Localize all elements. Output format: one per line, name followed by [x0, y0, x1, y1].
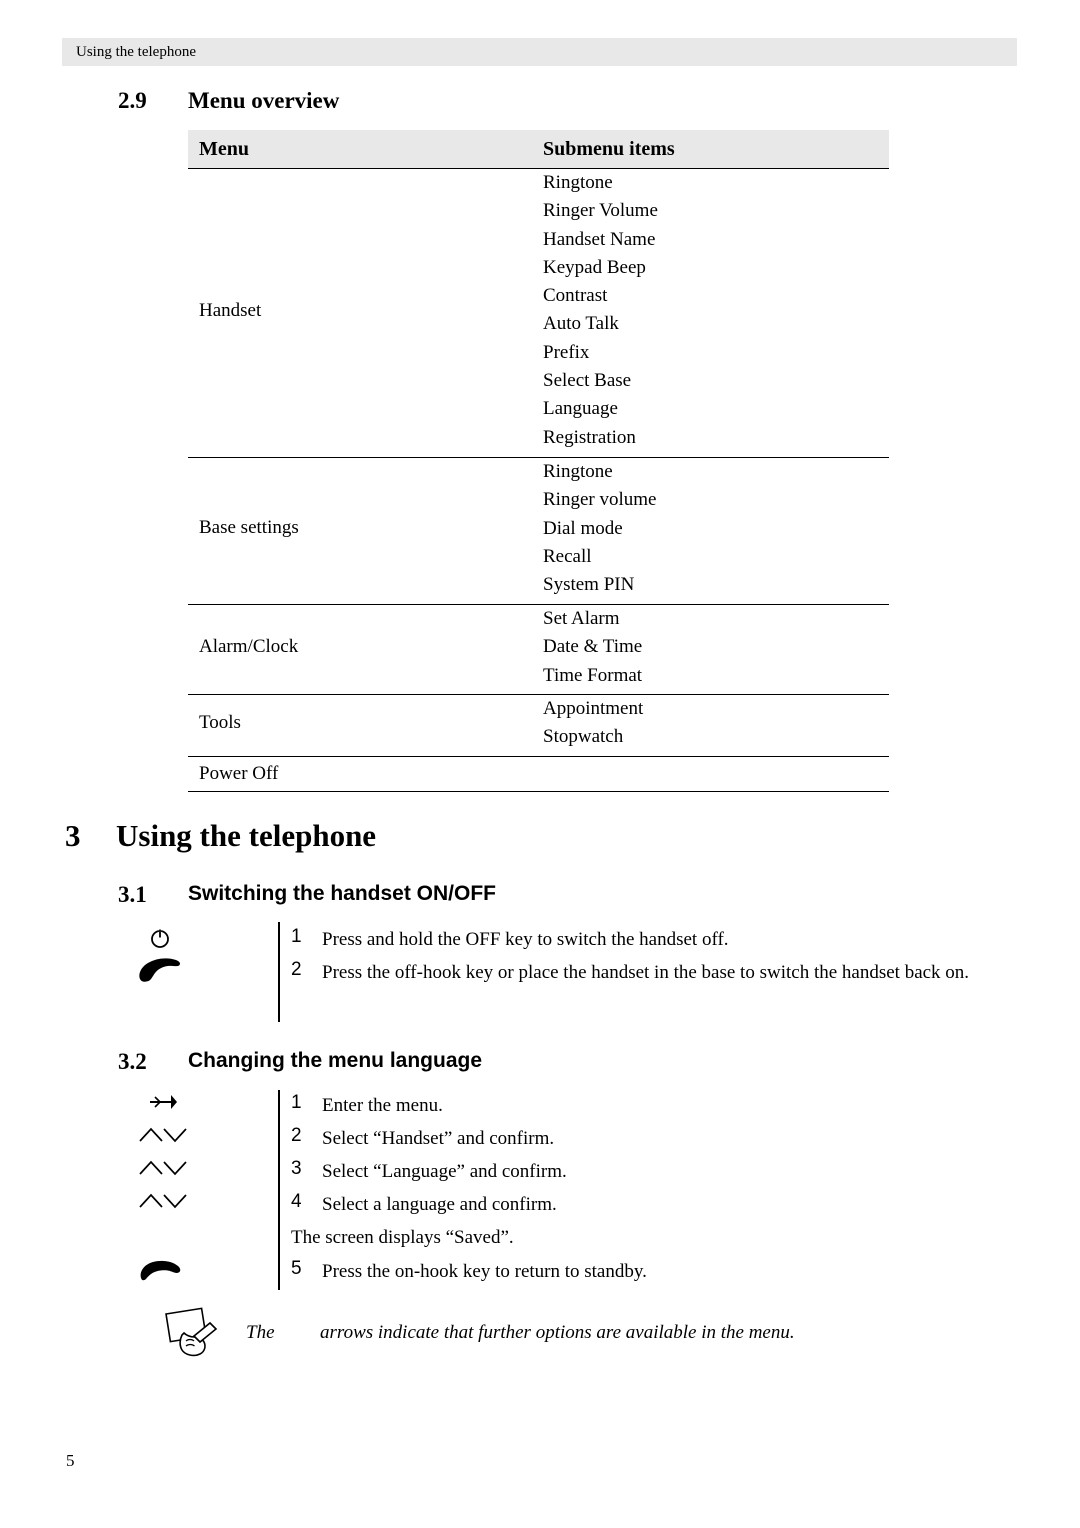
list-item: Registration — [543, 426, 636, 448]
table-row: Power Off — [188, 756, 889, 792]
section-31-title: Switching the handset ON/OFF — [188, 882, 497, 905]
section-31-number: 3.1 — [118, 882, 147, 907]
list-item: Ringtone — [543, 172, 613, 193]
step-number: 1 — [291, 1092, 302, 1113]
submenu-list: Ringtone Ringer Volume Handset Name Keyp… — [543, 169, 889, 452]
submenu-list: Appointment Stopwatch — [543, 695, 889, 752]
section-32-number: 3.2 — [118, 1049, 147, 1074]
step-number: 3 — [291, 1158, 302, 1179]
step-number: 5 — [291, 1258, 302, 1279]
table-header-row: Menu Submenu items — [188, 130, 889, 168]
step-text: Press and hold the OFF key to switch the… — [322, 929, 729, 950]
divider — [278, 922, 280, 1022]
page-number: 5 — [66, 1451, 75, 1470]
off-hook-handset-icon — [133, 955, 187, 983]
table-cell-menu: Power Off — [199, 763, 279, 784]
column-header-menu: Menu — [199, 138, 249, 160]
document-page: Using the telephone 2.9 Menu overview Me… — [0, 0, 1080, 1528]
table-row: Alarm/Clock Set Alarm Date & Time Time F… — [188, 604, 889, 694]
list-item: Time Format — [543, 664, 643, 686]
list-item: Auto Talk — [543, 313, 619, 335]
table-row: Base settings Ringtone Ringer volume Dia… — [188, 457, 889, 604]
step-number: 2 — [291, 1125, 302, 1146]
step-text: Press the on-hook key to return to stand… — [322, 1261, 647, 1282]
step-number: 2 — [291, 959, 302, 980]
power-icon — [138, 926, 182, 950]
list-item: Recall — [543, 545, 592, 567]
list-item: Ringer Volume — [543, 200, 658, 222]
list-item: Ringer volume — [543, 489, 657, 511]
table-cell-menu: Tools — [199, 712, 241, 733]
list-item: Prefix — [543, 341, 590, 363]
menu-overview-table: Menu Submenu items Handset Ringtone Ring… — [188, 130, 889, 792]
on-hook-handset-icon — [133, 1258, 187, 1284]
list-item: Contrast — [543, 285, 608, 307]
list-item: System PIN — [543, 574, 635, 596]
list-item: Keypad Beep — [543, 256, 646, 278]
table-cell-menu: Alarm/Clock — [199, 636, 299, 657]
up-down-arrows-icon — [136, 1192, 190, 1210]
list-item: Appointment — [543, 698, 644, 719]
table-cell-menu: Base settings — [199, 517, 299, 538]
note-hand-icon — [160, 1305, 230, 1361]
note-lead: The — [246, 1322, 275, 1343]
running-head: Using the telephone — [76, 44, 196, 60]
chapter-3-title: Using the telephone — [116, 818, 377, 853]
list-item: Language — [543, 398, 618, 420]
section-29-number: 2.9 — [118, 88, 147, 113]
table-cell-menu: Handset — [199, 300, 262, 321]
up-down-arrows-icon — [136, 1159, 190, 1177]
divider — [278, 1090, 280, 1290]
up-down-arrows-icon — [136, 1126, 190, 1144]
table-row: Handset Ringtone Ringer Volume Handset N… — [188, 168, 889, 457]
list-item: Date & Time — [543, 636, 643, 658]
step-note-text: The screen displays “Saved”. — [291, 1227, 514, 1248]
chapter-3-number: 3 — [65, 818, 81, 853]
header-band — [62, 38, 1017, 66]
step-text: Select “Handset” and confirm. — [322, 1128, 555, 1149]
section-32-title: Changing the menu language — [188, 1049, 483, 1072]
list-item: Set Alarm — [543, 608, 620, 629]
step-text: Enter the menu. — [322, 1095, 443, 1116]
menu-enter-arrow-icon — [140, 1092, 184, 1112]
section-29-title: Menu overview — [188, 88, 340, 113]
column-header-submenu: Submenu items — [543, 138, 675, 160]
submenu-list: Ringtone Ringer volume Dial mode Recall … — [543, 458, 889, 599]
table-row: Tools Appointment Stopwatch — [188, 694, 889, 756]
list-item: Handset Name — [543, 228, 656, 250]
list-item: Dial mode — [543, 517, 623, 539]
step-text: Select “Language” and confirm. — [322, 1161, 567, 1182]
step-text: Press the off-hook key or place the hand… — [322, 962, 970, 983]
step-number: 4 — [291, 1191, 302, 1212]
step-number: 1 — [291, 926, 302, 947]
step-text: Select a language and confirm. — [322, 1194, 557, 1215]
submenu-list: Set Alarm Date & Time Time Format — [543, 605, 889, 690]
list-item: Ringtone — [543, 461, 613, 482]
list-item: Stopwatch — [543, 726, 624, 748]
note-text: arrows indicate that further options are… — [320, 1322, 795, 1343]
list-item: Select Base — [543, 370, 632, 392]
